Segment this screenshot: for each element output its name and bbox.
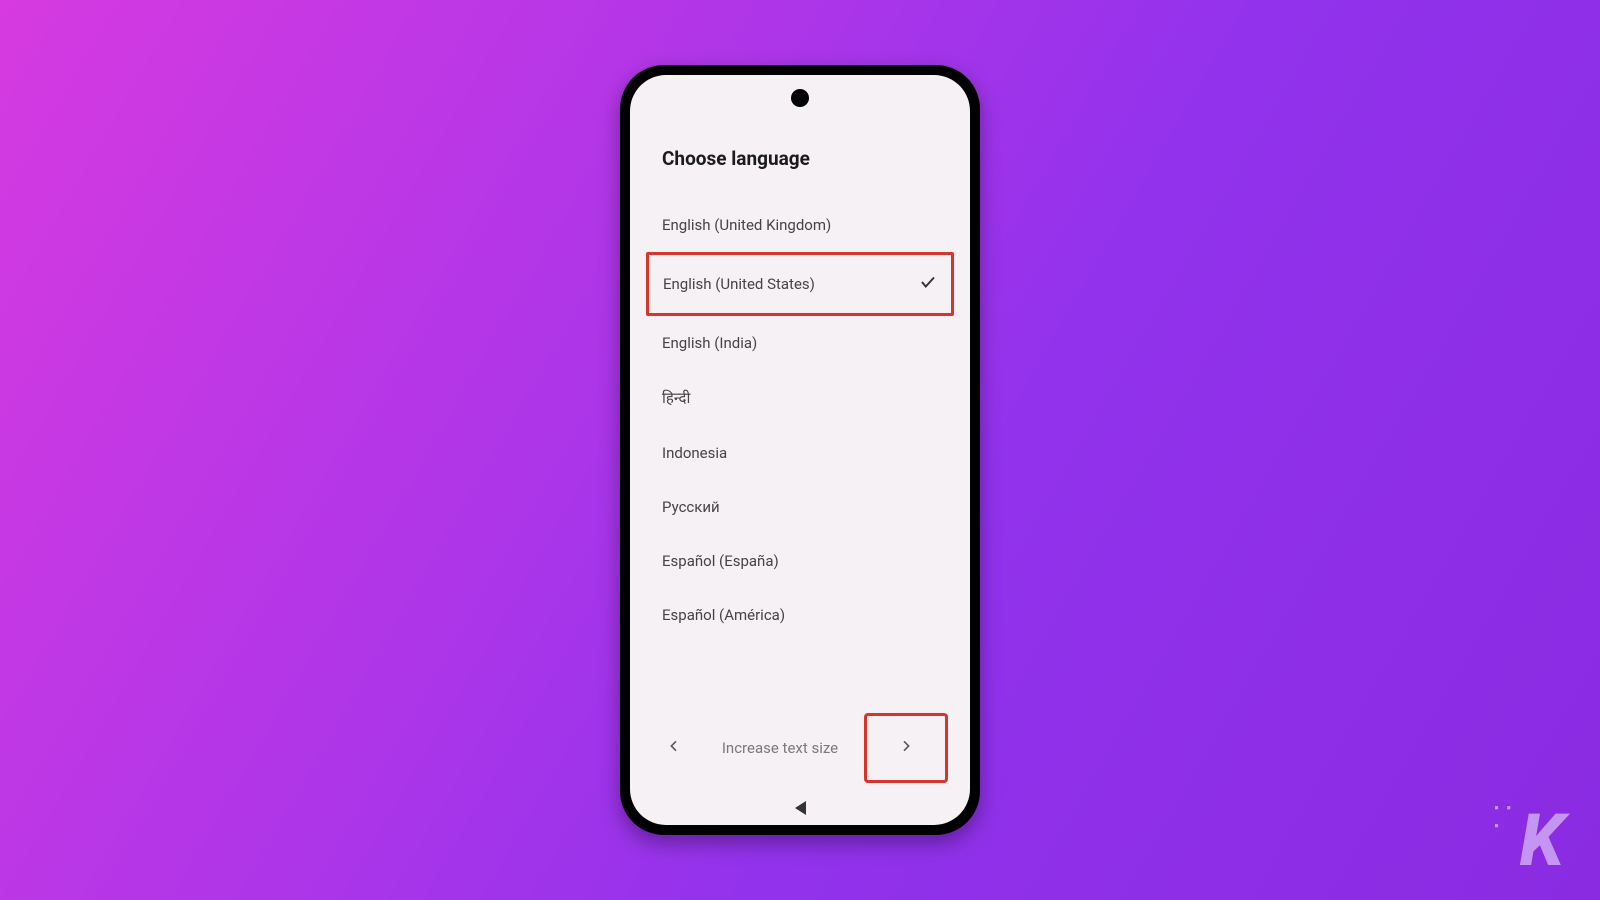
language-label: English (United Kingdom): [662, 216, 831, 234]
next-button[interactable]: [864, 713, 948, 783]
language-item-indonesia[interactable]: Indonesia: [662, 426, 938, 480]
language-label: Español (España): [662, 552, 779, 570]
watermark-dots-icon: ∙∙∙: [1493, 800, 1517, 835]
increase-text-size-label: Increase text size: [722, 739, 838, 757]
chevron-right-icon: [898, 738, 914, 758]
back-button[interactable]: [652, 726, 696, 770]
phone-frame: Choose language English (United Kingdom)…: [620, 65, 980, 835]
language-label: हिन्दी: [662, 388, 690, 408]
language-label: Русский: [662, 498, 720, 516]
android-back-icon[interactable]: [795, 801, 806, 815]
watermark-letter: K: [1519, 798, 1560, 883]
camera-hole: [791, 89, 809, 107]
language-item-hindi[interactable]: हिन्दी: [662, 370, 938, 426]
language-item-spanish-am[interactable]: Español (América): [662, 588, 938, 642]
language-item-spanish-es[interactable]: Español (España): [662, 534, 938, 588]
check-icon: [919, 273, 937, 295]
android-nav-bar: [630, 791, 970, 825]
language-item-en-in[interactable]: English (India): [662, 316, 938, 370]
language-list: English (United Kingdom) English (United…: [662, 198, 938, 642]
language-item-en-gb[interactable]: English (United Kingdom): [662, 198, 938, 252]
phone-screen: Choose language English (United Kingdom)…: [630, 75, 970, 825]
screen-content: Choose language English (United Kingdom)…: [630, 75, 970, 697]
language-label: Español (América): [662, 606, 785, 624]
language-label: Indonesia: [662, 444, 727, 462]
language-label: English (United States): [663, 275, 815, 293]
bottom-bar: Increase text size: [630, 697, 970, 791]
page-title: Choose language: [662, 147, 938, 170]
watermark-logo: ∙∙∙ K: [1519, 812, 1560, 870]
language-item-en-us[interactable]: English (United States): [646, 252, 954, 316]
chevron-left-icon: [666, 738, 682, 758]
language-label: English (India): [662, 334, 757, 352]
language-item-russian[interactable]: Русский: [662, 480, 938, 534]
